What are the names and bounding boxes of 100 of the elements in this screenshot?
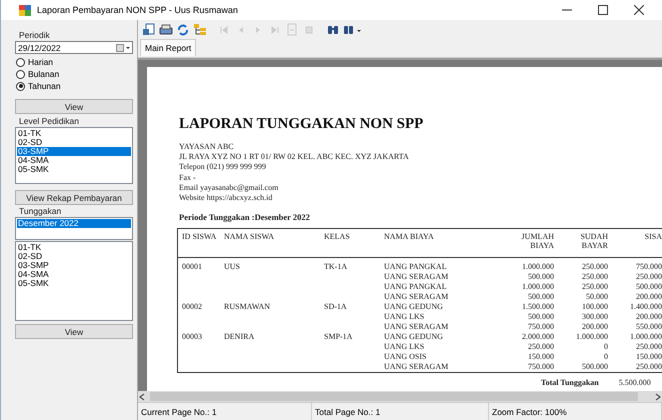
header-line: YAYASAN ABC <box>179 142 235 152</box>
table-cell-text: 750.000 <box>527 322 554 332</box>
list-item[interactable]: 01-TK <box>17 129 131 138</box>
table-cell-text: UANG SERAGAM <box>384 322 450 332</box>
horizontal-scrollbar[interactable] <box>138 391 662 402</box>
list-item[interactable]: 02-SD <box>17 252 131 261</box>
table-cell-text: DENIRA <box>224 332 256 342</box>
table-cell-text: 1.000.000 <box>575 332 608 342</box>
radio-label: Bulanan <box>28 69 60 79</box>
status-text: Total Page No.: 1 <box>312 403 489 420</box>
header-line: Telepon (021) 999 999 999 <box>179 162 267 173</box>
list-item[interactable]: 04-SMA <box>17 156 131 165</box>
table-cell-text: SD-1A <box>324 302 348 312</box>
export-icon[interactable] <box>142 23 156 36</box>
table-cell-text: 1.400.000 <box>629 302 662 312</box>
table-cell-text: 550.000 <box>635 322 662 332</box>
table-cell-text: UUS <box>224 262 242 272</box>
column-header: SISA <box>644 232 662 244</box>
app-icon <box>19 4 31 16</box>
table-cell-text: UANG LKS <box>384 312 426 322</box>
printer-icon[interactable] <box>159 23 173 36</box>
list-item[interactable]: 05-SMK <box>17 279 131 288</box>
column-header: SUDAH BAYAR <box>579 232 608 252</box>
group-label: Level Pedidikan <box>19 116 80 127</box>
table-cell-text: 150.000 <box>527 352 554 362</box>
table-cell-text: RUSMAWAN <box>224 302 272 312</box>
table-cell-text: UANG OSIS <box>384 352 428 362</box>
table-cell-text: 00001 <box>182 262 203 272</box>
table-cell-text: 750.000 <box>527 362 554 372</box>
report-tab[interactable]: Main Report <box>140 39 196 56</box>
radio-button[interactable] <box>16 82 25 90</box>
view-button[interactable]: View <box>15 324 133 339</box>
table-cell-text: 750.000 <box>635 262 662 272</box>
column-header: ID SISWA <box>182 232 218 244</box>
window-title: Laporan Pembayaran NON SPP - Uus Rusmawan <box>37 5 238 15</box>
table-cell-text: 00002 <box>182 302 203 312</box>
column-header: NAMA SISWA <box>224 232 276 244</box>
status-text: Current Page No.: 1 <box>138 403 312 420</box>
list-item[interactable]: 02-SD <box>17 138 131 147</box>
calendar-dropdown-icon[interactable] <box>116 44 130 52</box>
scrollbar-thumb[interactable] <box>150 392 638 401</box>
list-item[interactable]: Desember 2022 <box>17 219 131 228</box>
column-header: JUMLAH BIAYA <box>520 232 554 252</box>
table-cell-text: 200.000 <box>635 312 662 322</box>
table-cell-text: 0 <box>603 352 608 362</box>
radio-label: Harian <box>28 57 54 67</box>
scroll-left-icon[interactable] <box>138 392 146 400</box>
table-cell-text: 150.000 <box>635 352 662 362</box>
date-field[interactable]: 29/12/2022 <box>15 41 133 54</box>
date-value: 29/12/2022 <box>18 42 62 52</box>
list-item[interactable]: 03-SMP <box>17 147 131 156</box>
table-cell-text: 200.000 <box>581 322 608 332</box>
radio-option[interactable]: Harian <box>16 56 133 68</box>
table-cell-text: 250.000 <box>635 362 662 372</box>
radio-option[interactable]: Bulanan <box>16 68 133 80</box>
status-text: Zoom Factor: 100% <box>489 403 662 420</box>
maximize-icon[interactable] <box>598 5 608 15</box>
refresh-icon[interactable] <box>176 23 190 36</box>
table-cell-text: 250.000 <box>581 262 608 272</box>
table-cell-text: UANG GEDUNG <box>384 332 444 342</box>
close-icon[interactable] <box>634 5 644 15</box>
radio-button[interactable] <box>16 58 25 66</box>
list-item[interactable]: 01-TK <box>17 243 131 252</box>
table-cell-text: 250.000 <box>635 342 662 352</box>
table-cell-text: 250.000 <box>581 282 608 292</box>
table-cell-text: UANG PANGKAL <box>384 282 448 292</box>
list-box[interactable]: Desember 2022 <box>15 217 133 240</box>
list-box[interactable]: 01-TK 02-SD 03-SMP 04-SMA 05-SMK <box>15 127 133 184</box>
table-cell-text: 2.000.000 <box>521 332 554 342</box>
list-item[interactable]: 04-SMA <box>17 270 131 279</box>
table-cell-text: 1.000.000 <box>629 332 662 342</box>
table-cell-text: 500.000 <box>527 292 554 302</box>
table-cell-text: UANG SERAGAM <box>384 362 450 372</box>
report-period: Periode Tunggakan :Desember 2022 <box>179 212 311 222</box>
table-cell-text: 00003 <box>182 332 203 342</box>
header-line: Website https://abcxyz.sch.id <box>179 193 274 204</box>
tree-icon[interactable] <box>193 23 207 36</box>
table-cell-text: 500.000 <box>527 312 554 322</box>
table-cell-text: TK-1A <box>324 262 348 272</box>
table-cell-text: 100.000 <box>581 302 608 312</box>
header-line: Fax - <box>179 172 197 183</box>
list-item[interactable]: 03-SMP <box>17 261 131 270</box>
table-cell-text: SMP-1A <box>324 332 354 342</box>
table-cell-text: 300.000 <box>581 312 608 322</box>
list-item[interactable]: 05-SMK <box>17 165 131 174</box>
view-rekap-button[interactable]: View Rekap Pembayaran <box>15 190 133 205</box>
table-cell-text: UANG GEDUNG <box>384 302 444 312</box>
table-cell-text: 1.000.000 <box>521 262 554 272</box>
group-label: Tunggakan <box>19 206 62 217</box>
table-cell-text: 500.000 <box>581 362 608 372</box>
view-button[interactable]: View <box>15 99 133 114</box>
radio-button[interactable] <box>16 70 25 78</box>
table-cell-text: UANG SERAGAM <box>384 292 450 302</box>
list-box[interactable]: 01-TK 02-SD 03-SMP 04-SMA 05-SMK <box>15 241 133 321</box>
radio-option[interactable]: Tahunan <box>16 80 133 92</box>
table-cell-text: UANG SERAGAM <box>384 272 450 282</box>
total-value: 5.500.000 <box>618 378 651 388</box>
report-title: LAPORAN TUNGGAKAN NON SPP <box>179 116 424 133</box>
scroll-right-icon[interactable] <box>654 392 662 400</box>
table-cell-text: 50.000 <box>585 292 608 302</box>
